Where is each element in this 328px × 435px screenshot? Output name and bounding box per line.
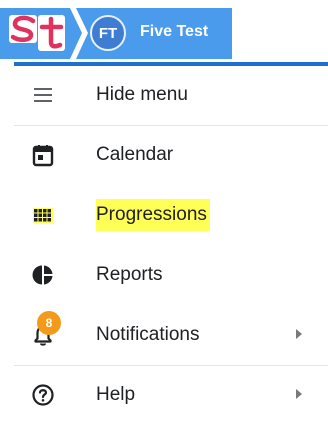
menu-item-progressions[interactable]: Progressions (14, 186, 326, 244)
menu-item-label: Notifications (96, 324, 200, 345)
menu-item-label: Progressions (96, 199, 210, 231)
menu-item-hide-menu[interactable]: Hide menu (14, 66, 326, 124)
help-circle-icon (32, 384, 54, 406)
chevron-right-icon (296, 329, 302, 339)
app-logo (9, 15, 65, 51)
notification-count-badge: 8 (37, 311, 61, 335)
menu-item-calendar[interactable]: Calendar (14, 126, 326, 184)
menu-item-notifications[interactable]: Notifications (14, 306, 326, 364)
side-menu: Hide menu Calendar Progressions Reports … (0, 66, 328, 435)
menu-item-label: Reports (96, 264, 163, 285)
user-name[interactable]: Five Test (140, 23, 208, 41)
grid-icon (33, 208, 53, 223)
user-avatar[interactable]: FT (90, 15, 126, 51)
top-bar: FT Five Test (0, 0, 328, 66)
hamburger-icon (34, 88, 52, 102)
menu-item-label: Help (96, 384, 136, 405)
menu-item-reports[interactable]: Reports (14, 246, 326, 304)
menu-item-label: Calendar (96, 144, 174, 165)
pie-chart-icon (32, 265, 53, 285)
menu-item-label: Hide menu (96, 84, 188, 105)
menu-item-help[interactable]: Help (14, 366, 326, 424)
calendar-icon (32, 145, 54, 167)
chevron-right-icon (296, 389, 302, 399)
